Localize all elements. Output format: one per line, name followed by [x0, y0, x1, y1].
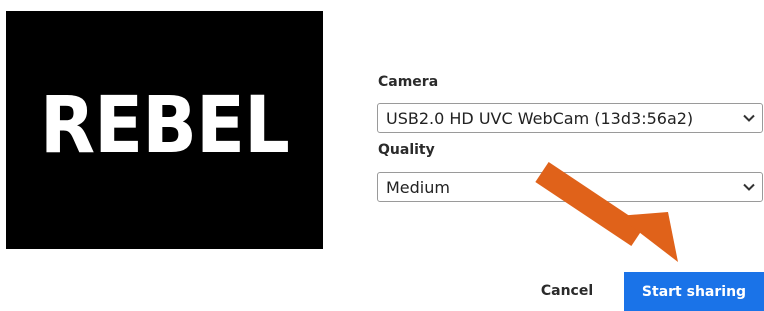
- camera-select-value: USB2.0 HD UVC WebCam (13d3:56a2): [386, 108, 694, 128]
- quality-label: Quality: [378, 142, 435, 158]
- arrow-annotation-icon: [535, 162, 678, 262]
- quality-select-value: Medium: [386, 177, 450, 197]
- camera-label: Camera: [378, 74, 439, 90]
- camera-select[interactable]: USB2.0 HD UVC WebCam (13d3:56a2): [377, 103, 763, 133]
- share-camera-dialog: REBEL Camera USB2.0 HD UVC WebCam (13d3:…: [0, 0, 764, 311]
- preview-logo-text: REBEL: [39, 81, 290, 171]
- chevron-down-icon: [736, 103, 762, 133]
- start-sharing-button[interactable]: Start sharing: [624, 272, 764, 311]
- cancel-button[interactable]: Cancel: [532, 272, 602, 310]
- chevron-down-icon: [736, 172, 762, 202]
- quality-select[interactable]: Medium: [377, 172, 763, 202]
- camera-preview: REBEL: [6, 11, 323, 249]
